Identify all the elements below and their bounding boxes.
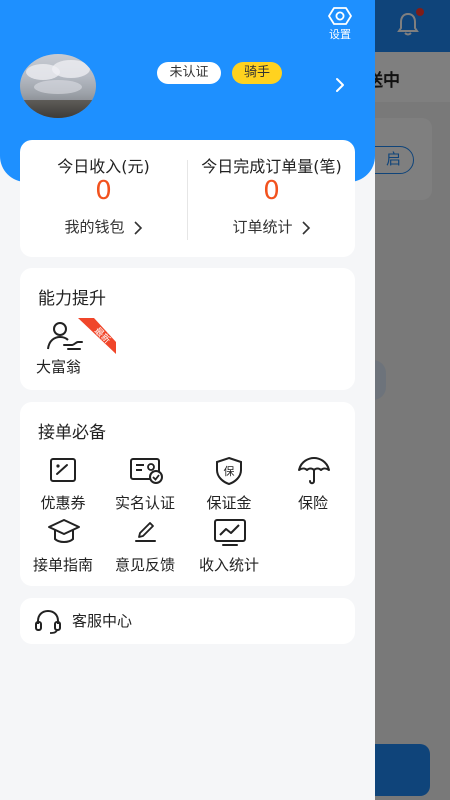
chevron-right-icon [301,220,310,235]
customer-service-label: 客服中心 [72,612,133,630]
coupon-icon [50,458,76,482]
eye-settings-icon [328,7,352,25]
graduation-cap-icon [48,519,80,543]
tool-label: 意见反馈 [114,556,175,574]
tool-guide[interactable]: 接单指南 [22,518,104,578]
orders-title: 今日完成订单量(笔) [201,157,342,176]
tool-label: 保险 [297,494,328,512]
chart-monitor-icon [214,519,246,546]
settings-label: 设置 [329,28,351,41]
rider-badge: 骑手 [232,62,282,84]
chevron-right-icon[interactable] [331,76,349,94]
side-drawer: 设置 未认证 骑手 今日收入(元) 0 我的钱包 今日完成订单量(笔) 0 订单… [0,0,375,800]
income-value: 0 [95,176,112,206]
ability-card: 能力提升 最新 大富翁 [20,268,355,390]
today-orders: 今日完成订单量(笔) 0 订单统计 [188,140,355,257]
headset-icon [35,609,61,634]
chevron-right-icon [133,220,142,235]
umbrella-icon [298,457,330,485]
settings-button[interactable]: 设置 [322,6,358,42]
order-stats-link-label: 订单统计 [232,218,293,236]
tool-insurance[interactable]: 保险 [272,456,354,516]
income-title: 今日收入(元) [57,157,150,176]
id-card-icon [130,458,163,484]
ability-label: 大富翁 [36,358,82,376]
order-stats-link[interactable]: 订单统计 [188,216,355,237]
tool-label: 实名认证 [114,494,175,512]
ability-item-dafuweng[interactable]: 最新 大富翁 [32,318,116,380]
tool-label: 保证金 [206,494,252,512]
customer-service-row[interactable]: 客服中心 [20,598,355,644]
new-ribbon-icon: 最新 [78,318,116,354]
tool-deposit[interactable]: 保 保证金 [188,456,270,516]
pencil-icon [135,522,156,542]
wallet-link[interactable]: 我的钱包 [20,216,187,237]
tool-feedback[interactable]: 意见反馈 [104,518,186,578]
unverified-badge[interactable]: 未认证 [157,62,221,84]
essentials-title: 接单必备 [38,423,106,443]
tool-label: 优惠券 [40,494,86,512]
deposit-shield-icon: 保 [216,456,242,486]
tool-income-stats[interactable]: 收入统计 [188,518,270,578]
orders-value: 0 [263,176,280,206]
tool-label: 接单指南 [32,556,93,574]
tool-coupon[interactable]: 优惠券 [22,456,104,516]
wallet-link-label: 我的钱包 [64,218,125,236]
tool-real-name-auth[interactable]: 实名认证 [104,456,186,516]
today-stats-card: 今日收入(元) 0 我的钱包 今日完成订单量(笔) 0 订单统计 [20,140,355,257]
avatar[interactable] [20,54,96,118]
tool-label: 收入统计 [198,556,259,574]
ability-title: 能力提升 [38,289,106,309]
shield-glyph: 保 [224,464,235,478]
today-income: 今日收入(元) 0 我的钱包 [20,140,187,257]
essentials-card: 接单必备 优惠券 实名认证 保 保证金 保险 接单指南 意见反馈 收入统计 [20,402,355,586]
